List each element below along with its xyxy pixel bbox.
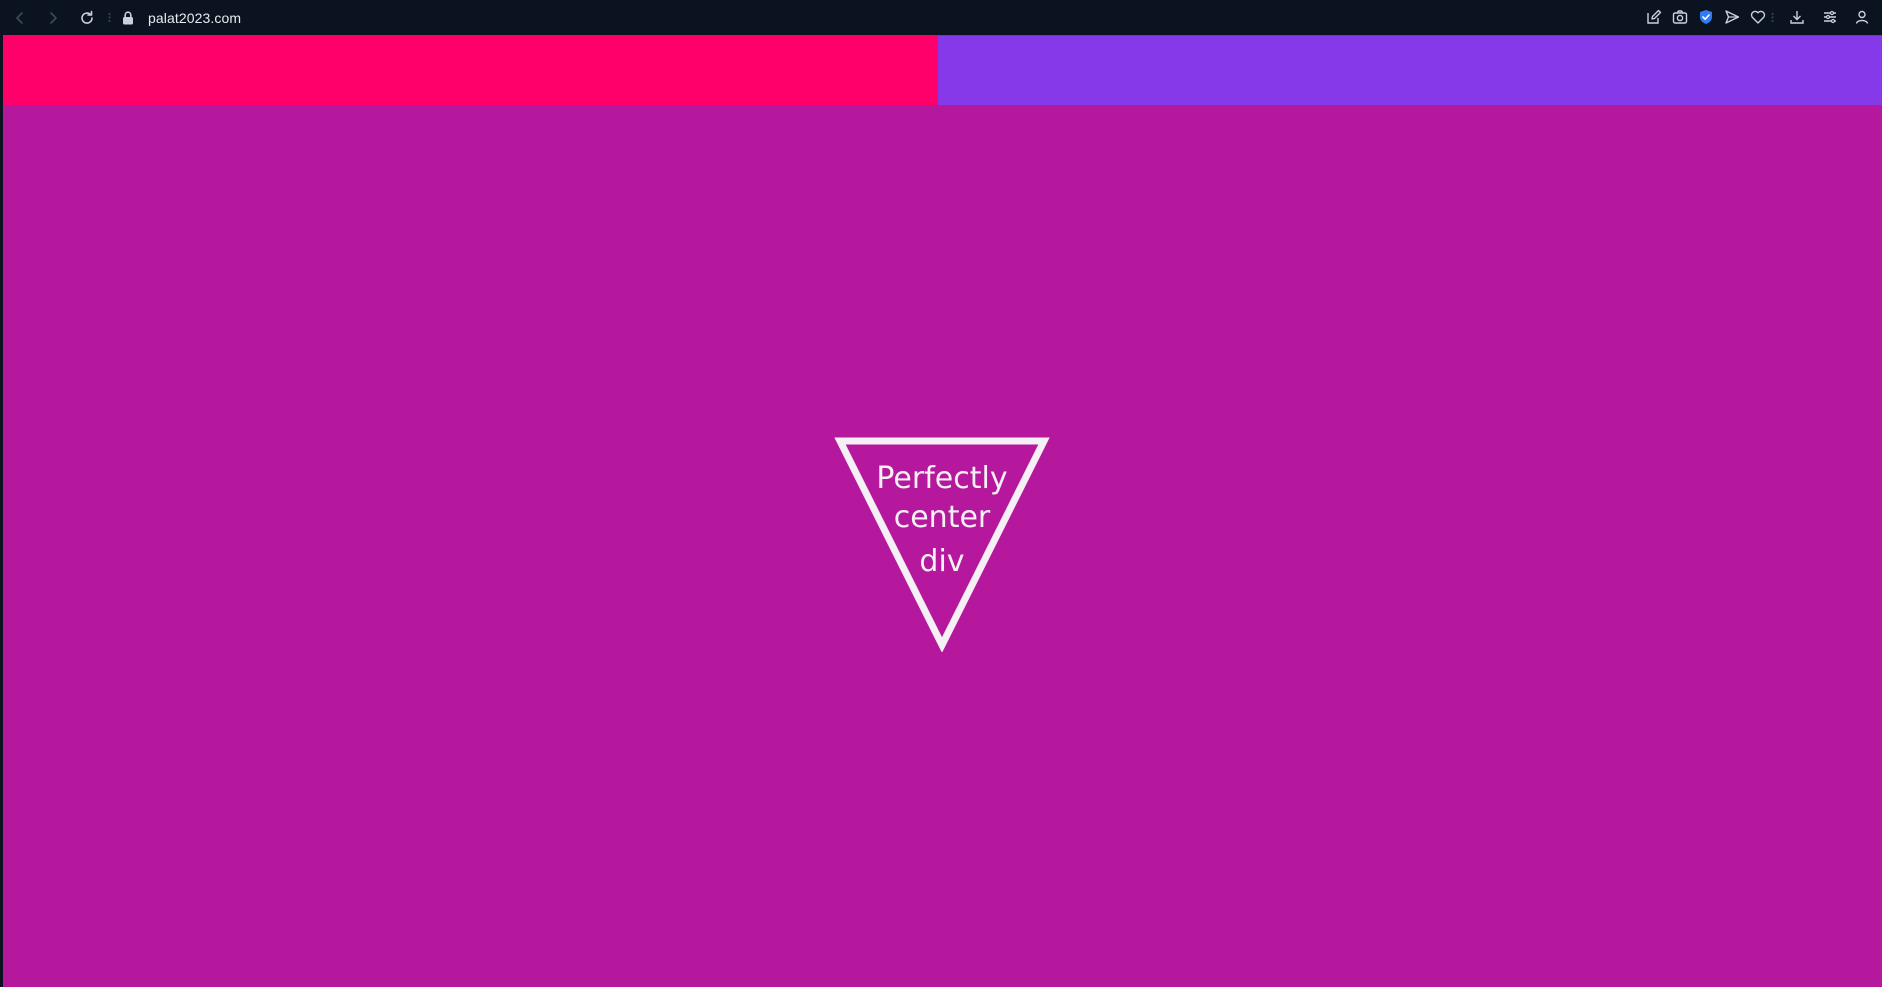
centered-triangle: Perfectly center div [834,436,1050,652]
header-band-purple [938,36,1882,105]
edit-icon[interactable] [1643,6,1665,28]
triangle-text-line-2: center [893,500,991,535]
menu-icon[interactable] [1819,6,1841,28]
url-text[interactable]: palat2023.com [148,10,241,26]
reload-icon[interactable] [75,6,99,30]
page-viewport: Perfectly center div [0,35,1882,987]
header-band-pink [3,36,938,105]
user-icon[interactable] [1851,6,1873,28]
window-edge [0,35,3,987]
separator-dots [1771,13,1774,22]
download-icon[interactable] [1786,6,1808,28]
address-bar[interactable]: palat2023.com [120,0,241,35]
camera-icon[interactable] [1669,6,1691,28]
separator-dots [108,13,111,22]
triangle-text-line-1: Perfectly [876,461,1008,496]
shield-icon[interactable] [1695,6,1717,28]
browser-toolbar: palat2023.com [0,0,1882,35]
triangle-text-line-3: div [919,544,965,579]
back-arrow-icon[interactable] [8,6,32,30]
heart-icon[interactable] [1747,6,1769,28]
lock-icon[interactable] [120,10,136,26]
forward-arrow-icon[interactable] [41,6,65,30]
send-icon[interactable] [1721,6,1743,28]
